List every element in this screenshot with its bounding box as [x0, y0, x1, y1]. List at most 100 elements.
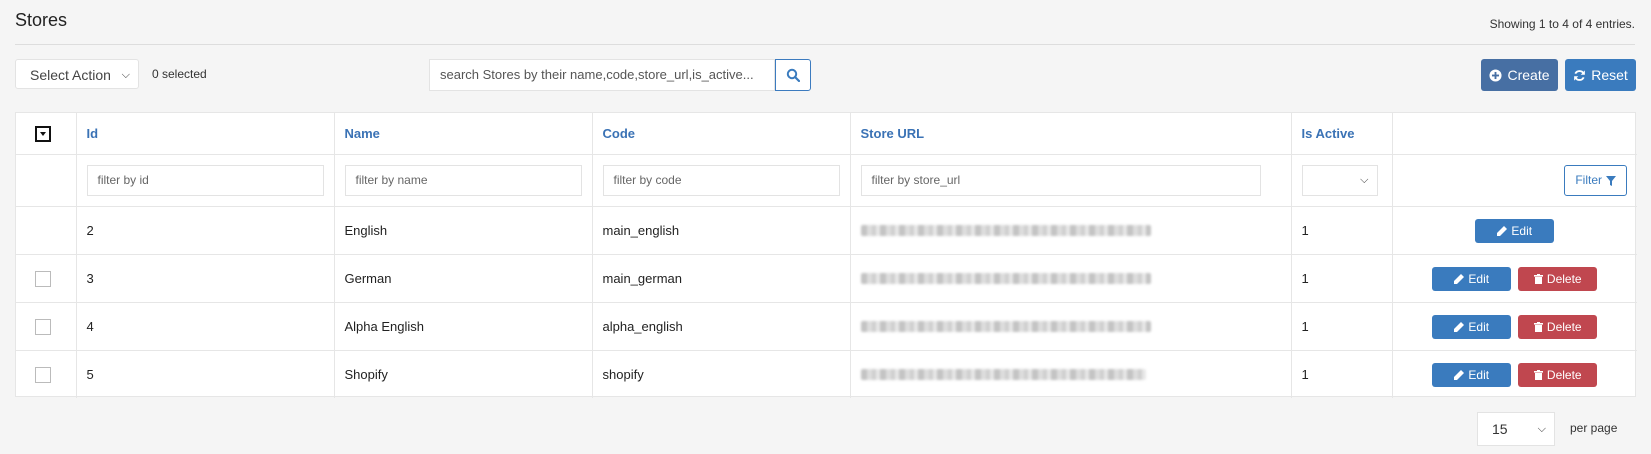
toolbar: Select Action ⌵ 0 selected search Stores… — [15, 59, 1636, 92]
cell-is-active: 1 — [1291, 254, 1393, 303]
row-select-cell — [16, 350, 77, 398]
delete-button[interactable]: Delete — [1518, 266, 1598, 291]
cell-code: main_english — [592, 206, 851, 255]
per-page-select[interactable]: 15 ⌵ — [1477, 412, 1555, 446]
cell-id: 5 — [76, 350, 335, 398]
column-header-name[interactable]: Name — [334, 113, 593, 155]
row-select-cell — [16, 302, 77, 351]
stores-table: Id Name Code Store URL Is Active filter … — [15, 112, 1637, 399]
search-button[interactable] — [775, 59, 811, 91]
delete-button-label: Delete — [1546, 367, 1582, 382]
cell-code: main_german — [592, 254, 851, 303]
pencil-icon — [1497, 225, 1508, 236]
chevron-down-icon: ⌵ — [121, 69, 130, 81]
chevron-down-icon: ⌵ — [1537, 423, 1546, 435]
page-title: Stores — [15, 10, 68, 30]
redacted-url — [860, 273, 1151, 284]
cell-name: German — [334, 254, 593, 303]
edit-button[interactable]: Edit — [1432, 266, 1512, 291]
per-page-value: 15 — [1492, 421, 1508, 437]
table-row: 3 German main_german 1 Edit Delete — [16, 254, 1637, 303]
cell-store-url — [850, 254, 1292, 303]
filter-button[interactable]: Filter — [1564, 165, 1627, 196]
table-row: 5 Shopify shopify 1 Edit Delete — [16, 350, 1637, 399]
select-all-checkbox[interactable] — [35, 125, 51, 142]
trash-icon — [1533, 369, 1543, 380]
redacted-url — [860, 225, 1151, 236]
cell-name: Alpha English — [334, 302, 593, 351]
pencil-icon — [1454, 273, 1465, 284]
refresh-icon — [1574, 69, 1586, 81]
entries-summary: Showing 1 to 4 of 4 entries. — [1489, 17, 1635, 31]
table-row: 2 English main_english 1 Edit — [16, 206, 1637, 255]
search-icon — [786, 68, 800, 82]
column-header-id[interactable]: Id — [76, 113, 335, 155]
filter-row: filter by id filter by name filter by co… — [16, 154, 1637, 207]
chevron-down-icon: ⌵ — [1360, 174, 1369, 186]
select-all-cell — [16, 113, 77, 155]
search-input[interactable]: search Stores by their name,code,store_u… — [429, 59, 775, 91]
filter-store-url-input[interactable]: filter by store_url — [860, 165, 1261, 196]
caret-down-icon — [40, 131, 46, 136]
edit-button-label: Edit — [1468, 367, 1490, 382]
selected-count: 0 selected — [152, 67, 207, 81]
cell-store-url — [850, 350, 1292, 398]
column-header-code[interactable]: Code — [592, 113, 851, 155]
page-header: Stores Showing 1 to 4 of 4 entries. — [15, 0, 1635, 45]
cell-name: English — [334, 206, 593, 255]
column-header-actions — [1392, 113, 1637, 155]
edit-button-label: Edit — [1468, 271, 1490, 286]
cell-actions: Edit Delete — [1392, 351, 1637, 399]
search-bar: search Stores by their name,code,store_u… — [429, 59, 825, 91]
trash-icon — [1533, 273, 1543, 284]
filter-id-input[interactable]: filter by id — [86, 165, 324, 196]
delete-button[interactable]: Delete — [1518, 314, 1598, 339]
reset-button-label: Reset — [1591, 67, 1628, 83]
delete-button[interactable]: Delete — [1518, 362, 1598, 387]
create-button-label: Create — [1507, 67, 1550, 83]
cell-code: shopify — [592, 350, 851, 398]
filter-code-input[interactable]: filter by code — [602, 165, 840, 196]
delete-button-label: Delete — [1546, 319, 1582, 334]
cell-actions: Edit Delete — [1392, 302, 1637, 351]
cell-is-active: 1 — [1291, 302, 1393, 351]
bulk-action-select-value: Select Action — [30, 67, 111, 83]
funnel-icon — [1606, 175, 1616, 186]
filter-cell-empty — [16, 154, 77, 207]
row-select-cell — [16, 254, 77, 303]
cell-store-url — [850, 302, 1292, 351]
cell-id: 2 — [76, 206, 335, 255]
cell-id: 3 — [76, 254, 335, 303]
cell-actions: Edit — [1392, 206, 1637, 255]
column-header-is-active[interactable]: Is Active — [1291, 113, 1393, 155]
edit-button[interactable]: Edit — [1432, 314, 1512, 339]
plus-circle-icon — [1489, 68, 1503, 82]
delete-button-label: Delete — [1546, 271, 1582, 286]
cell-actions: Edit Delete — [1392, 254, 1637, 303]
edit-button[interactable]: Edit — [1432, 362, 1512, 387]
row-checkbox[interactable] — [35, 318, 51, 335]
edit-button[interactable]: Edit — [1475, 218, 1555, 243]
row-checkbox[interactable] — [35, 366, 51, 383]
pencil-icon — [1454, 321, 1465, 332]
row-checkbox[interactable] — [35, 270, 51, 287]
edit-button-label: Edit — [1511, 223, 1533, 238]
bulk-action-select[interactable]: Select Action ⌵ — [15, 59, 139, 89]
per-page-label: per page — [1570, 421, 1618, 435]
cell-store-url — [850, 206, 1292, 255]
cell-code: alpha_english — [592, 302, 851, 351]
row-select-cell — [16, 206, 77, 255]
table-header-row: Id Name Code Store URL Is Active — [16, 113, 1637, 155]
filter-button-label: Filter — [1575, 173, 1602, 187]
create-button[interactable]: Create — [1481, 59, 1558, 91]
reset-button[interactable]: Reset — [1565, 59, 1636, 91]
cell-is-active: 1 — [1291, 206, 1393, 255]
column-header-store-url[interactable]: Store URL — [850, 113, 1292, 155]
trash-icon — [1533, 321, 1543, 332]
cell-id: 4 — [76, 302, 335, 351]
cell-name: Shopify — [334, 350, 593, 398]
filter-name-input[interactable]: filter by name — [344, 165, 582, 196]
table-row: 4 Alpha English alpha_english 1 Edit Del… — [16, 302, 1637, 351]
filter-is-active-select[interactable]: ⌵ — [1301, 165, 1378, 196]
pencil-icon — [1454, 369, 1465, 380]
